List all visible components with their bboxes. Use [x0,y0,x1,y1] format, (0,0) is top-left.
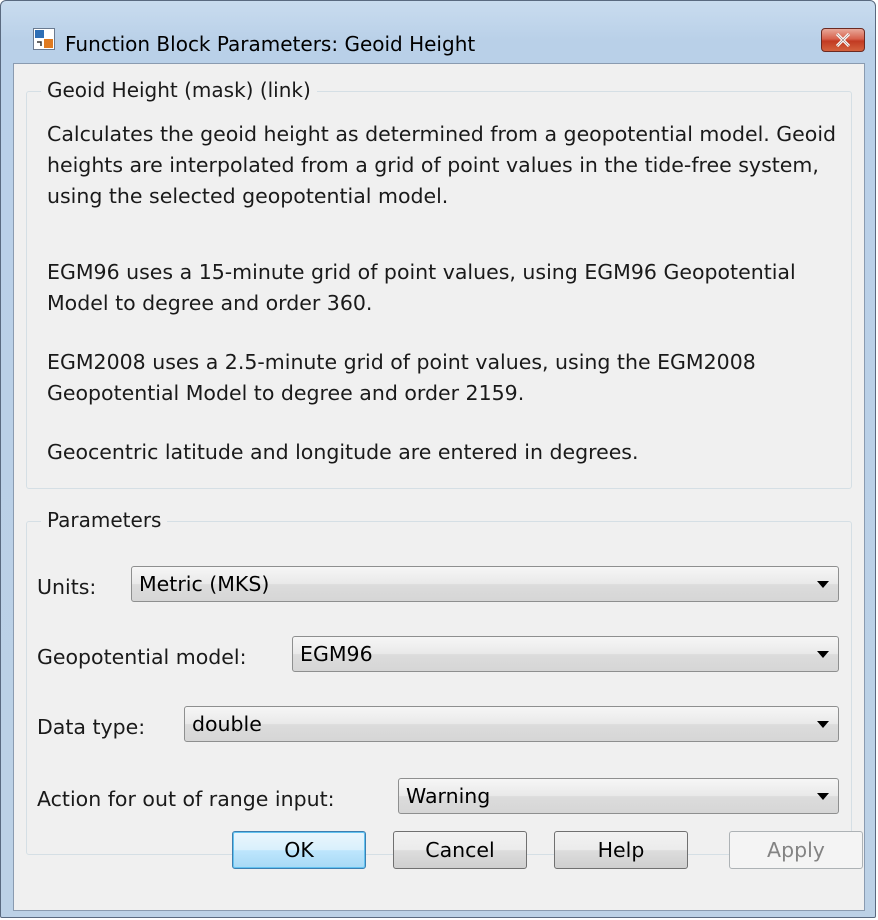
geopotential-model-value: EGM96 [300,642,373,666]
data-type-dropdown[interactable]: double [184,706,839,742]
out-of-range-action-value: Warning [406,784,491,808]
out-of-range-action-dropdown[interactable]: Warning [398,778,839,814]
close-button[interactable] [821,28,865,52]
description-paragraph: Geocentric latitude and longitude are en… [47,440,639,464]
parameters-group: Parameters Units: Metric (MKS) Geopotent… [26,508,852,855]
simulink-block-icon [33,28,55,50]
parameters-group-title: Parameters [41,508,168,532]
dialog-client-area: Geoid Height (mask) (link) Calculates th… [13,63,865,911]
description-paragraph: Calculates the geoid height as determine… [47,122,837,208]
out-of-range-action-label: Action for out of range input: [37,787,335,811]
description-group-title: Geoid Height (mask) (link) [41,78,317,102]
close-icon [835,33,851,47]
description-paragraph: EGM2008 uses a 2.5-minute grid of point … [47,350,756,405]
geopotential-model-label: Geopotential model: [37,645,247,669]
chevron-down-icon [817,581,829,588]
chevron-down-icon [817,651,829,658]
data-type-value: double [192,712,262,736]
units-value: Metric (MKS) [139,572,270,596]
description-group: Geoid Height (mask) (link) Calculates th… [26,78,852,489]
units-dropdown[interactable]: Metric (MKS) [131,566,839,602]
window-title: Function Block Parameters: Geoid Height [65,32,476,56]
cancel-button[interactable]: Cancel [393,831,527,869]
data-type-label: Data type: [37,715,146,739]
ok-button[interactable]: OK [232,831,366,869]
geopotential-model-dropdown[interactable]: EGM96 [292,636,839,672]
units-label: Units: [37,575,97,599]
description-paragraph: EGM96 uses a 15-minute grid of point val… [47,260,796,315]
chevron-down-icon [817,721,829,728]
chevron-down-icon [817,793,829,800]
apply-button[interactable]: Apply [729,831,863,869]
help-button[interactable]: Help [554,831,688,869]
dialog-window: Function Block Parameters: Geoid Height … [0,0,876,918]
